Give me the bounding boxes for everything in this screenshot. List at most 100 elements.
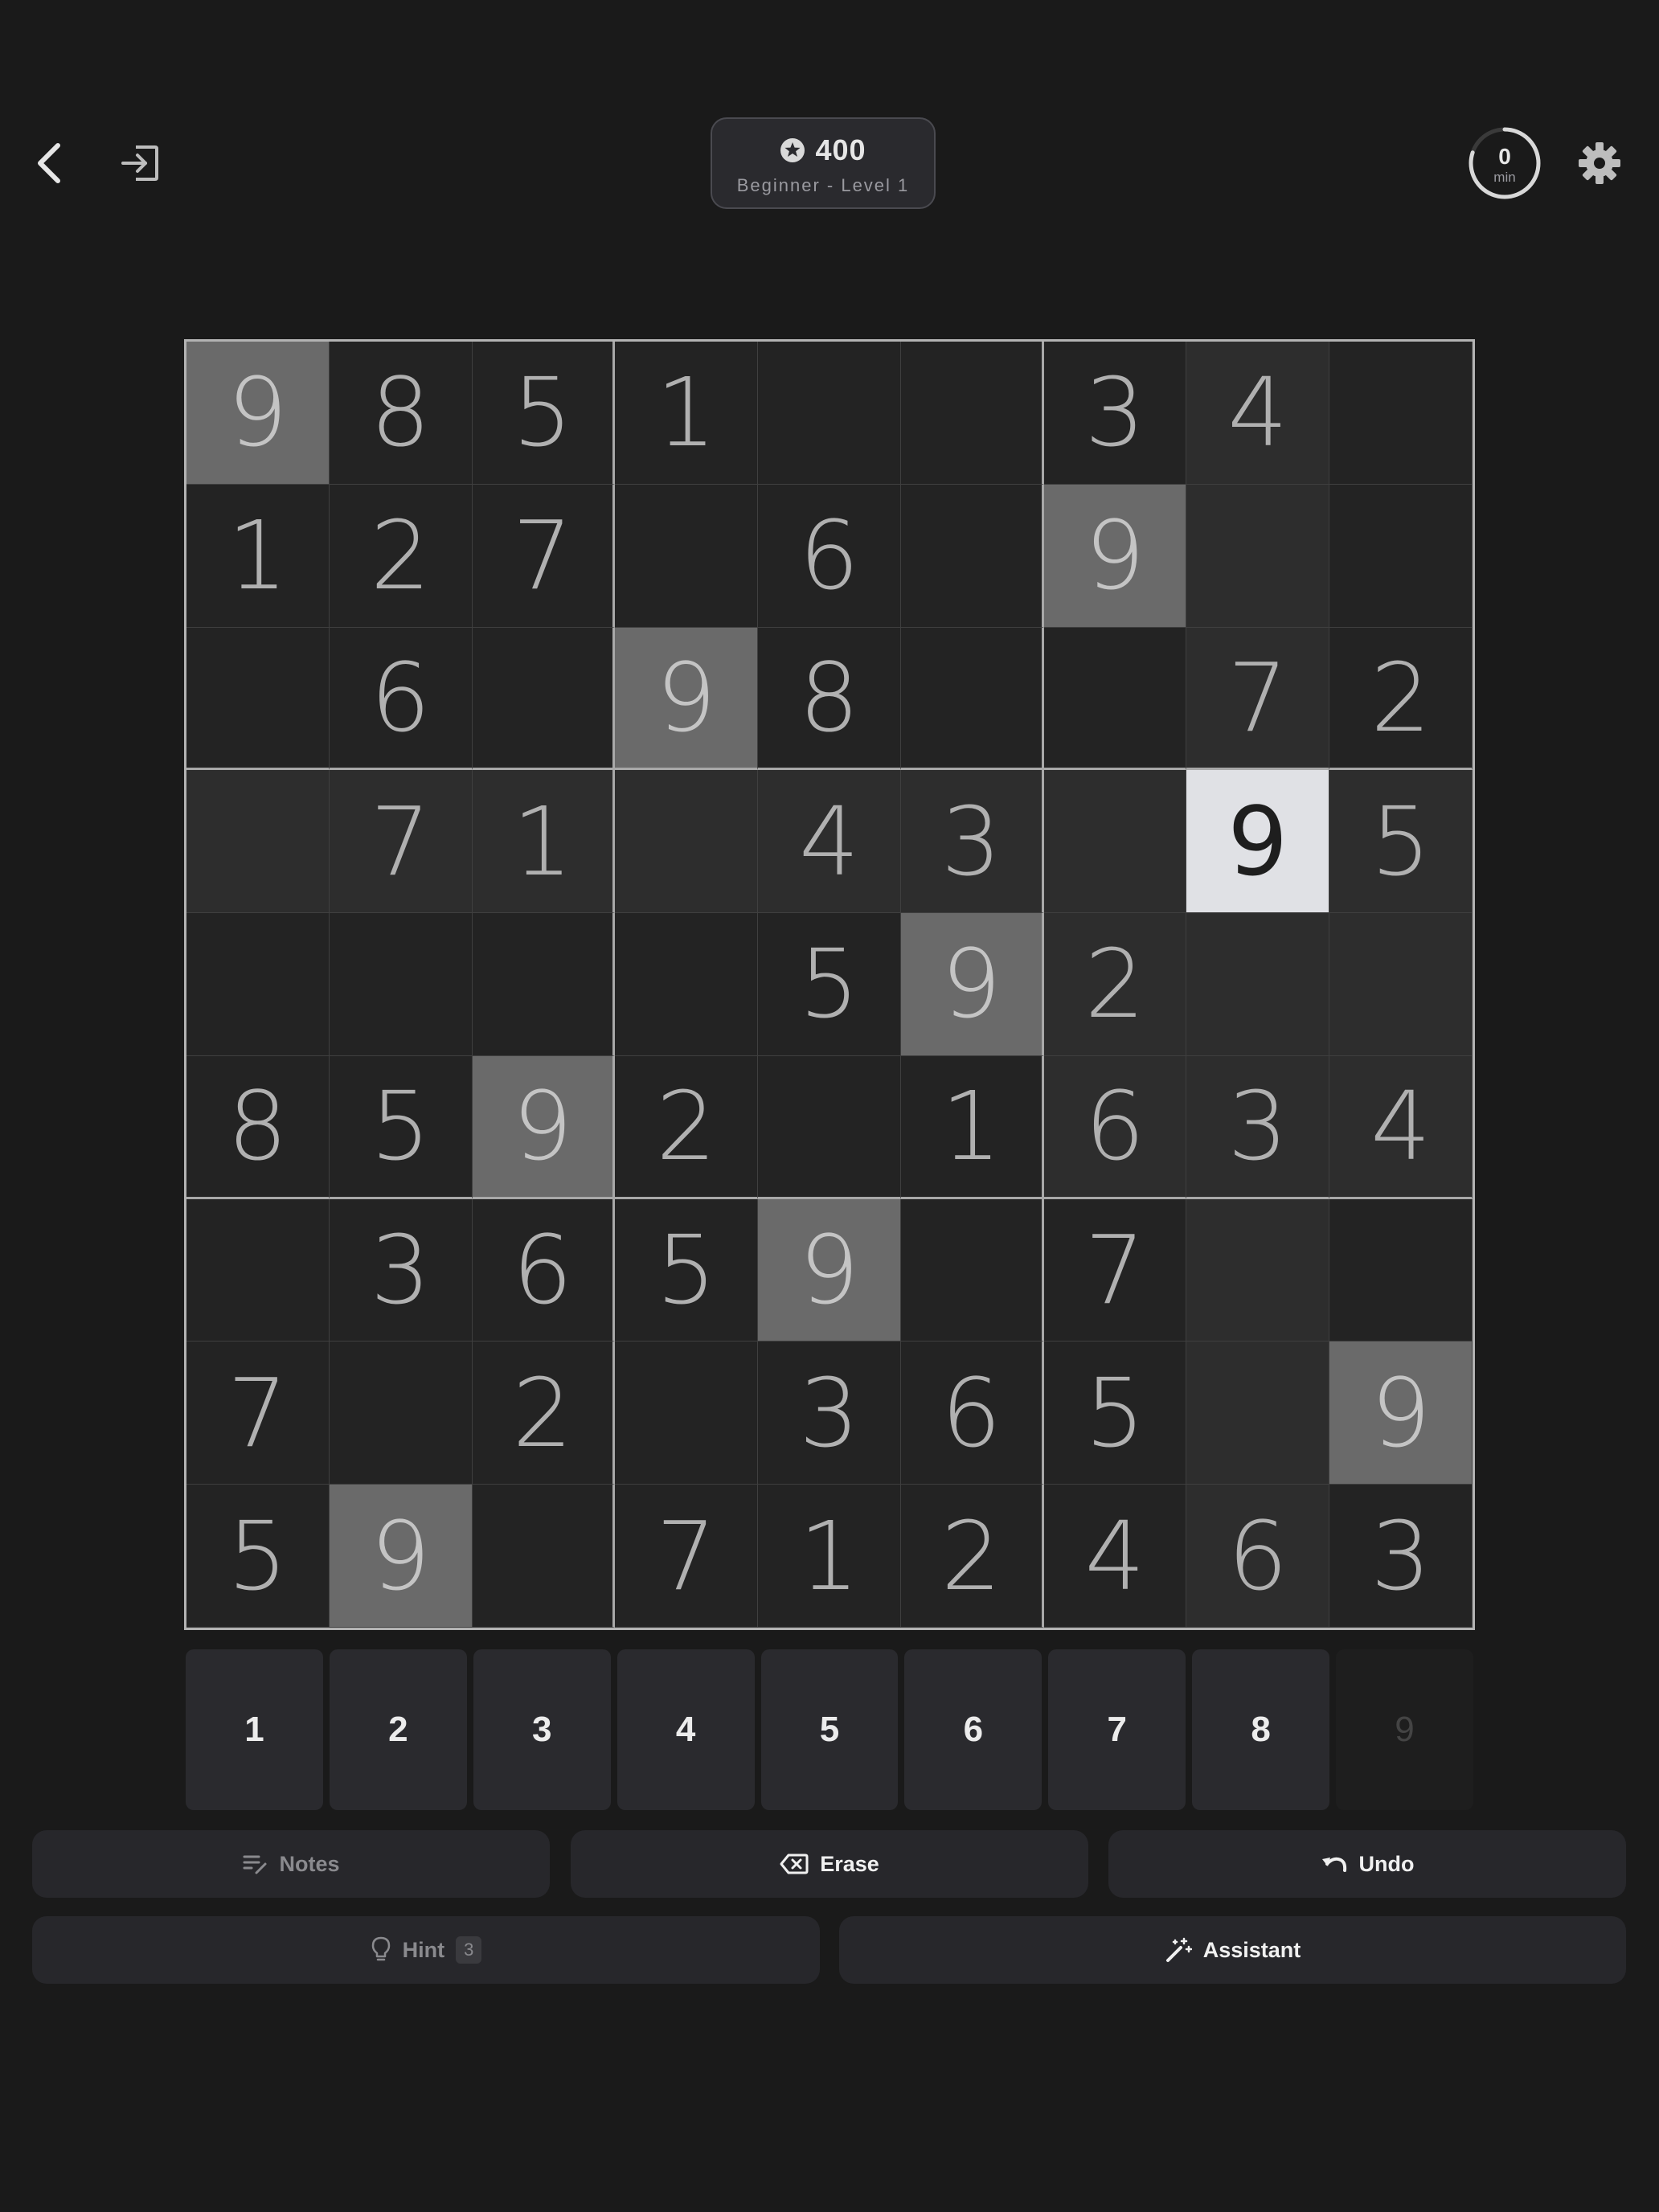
board-cell[interactable]	[615, 484, 759, 628]
board-cell[interactable]	[186, 627, 330, 771]
board-cell[interactable]	[1329, 484, 1473, 628]
board-cell[interactable]	[1186, 1342, 1330, 1485]
board-cell[interactable]	[472, 913, 616, 1056]
board-cell[interactable]	[1186, 484, 1330, 628]
board-cell[interactable]	[615, 913, 759, 1056]
number-button-3[interactable]: 3	[473, 1649, 611, 1810]
board-cell[interactable]	[186, 1198, 330, 1342]
board-cell[interactable]: 9	[758, 1198, 901, 1342]
board-cell[interactable]: 7	[615, 1485, 759, 1628]
notes-button[interactable]: Notes	[32, 1830, 550, 1898]
board-cell[interactable]: 5	[1329, 770, 1473, 914]
board-cell[interactable]: 9	[329, 1485, 473, 1628]
board-cell[interactable]: 1	[186, 484, 330, 628]
board-cell[interactable]: 6	[1043, 1055, 1187, 1199]
hint-button[interactable]: Hint 3	[32, 1916, 820, 1984]
board-cell[interactable]: 5	[329, 1055, 473, 1199]
undo-label: Undo	[1358, 1851, 1415, 1876]
board-cell[interactable]	[472, 627, 616, 771]
board-cell[interactable]: 9	[186, 342, 330, 485]
number-button-2[interactable]: 2	[329, 1649, 467, 1810]
board-cell[interactable]: 8	[329, 342, 473, 485]
number-button-9[interactable]: 9	[1336, 1649, 1473, 1810]
board-cell[interactable]: 5	[186, 1485, 330, 1628]
number-button-4[interactable]: 4	[616, 1649, 755, 1810]
board-cell[interactable]: 2	[472, 1342, 616, 1485]
board-cell[interactable]: 1	[900, 1055, 1044, 1199]
board-cell[interactable]: 2	[615, 1055, 759, 1199]
board-cell[interactable]: 6	[900, 1342, 1044, 1485]
board-cell[interactable]: 8	[186, 1055, 330, 1199]
board-cell[interactable]	[1043, 770, 1187, 914]
board-cell[interactable]	[900, 627, 1044, 771]
backspace-icon	[780, 1854, 809, 1874]
exit-button[interactable]	[113, 133, 169, 194]
board-cell[interactable]: 5	[615, 1198, 759, 1342]
board-cell[interactable]	[615, 1342, 759, 1485]
board-cell[interactable]: 9	[1186, 770, 1330, 914]
board-cell[interactable]: 9	[900, 913, 1044, 1056]
board-cell[interactable]	[1043, 627, 1187, 771]
board-cell[interactable]: 6	[1186, 1485, 1330, 1628]
board-cell[interactable]: 5	[1043, 1342, 1187, 1485]
assistant-button[interactable]: Assistant	[839, 1916, 1626, 1984]
number-button-7[interactable]: 7	[1048, 1649, 1186, 1810]
number-button-1[interactable]: 1	[186, 1649, 323, 1810]
board-cell[interactable]: 6	[758, 484, 901, 628]
number-button-5[interactable]: 5	[760, 1649, 899, 1810]
board-cell[interactable]: 6	[472, 1198, 616, 1342]
board-cell[interactable]	[1186, 1198, 1330, 1342]
board-cell[interactable]: 3	[1186, 1055, 1330, 1199]
board-cell[interactable]: 1	[615, 342, 759, 485]
back-button[interactable]	[24, 133, 72, 194]
board-cell[interactable]: 3	[900, 770, 1044, 914]
number-button-8[interactable]: 8	[1192, 1649, 1330, 1810]
board-cell[interactable]: 3	[758, 1342, 901, 1485]
board-cell[interactable]: 2	[329, 484, 473, 628]
board-cell[interactable]	[329, 1342, 473, 1485]
board-cell[interactable]: 2	[1329, 627, 1473, 771]
board-cell[interactable]	[1329, 1198, 1473, 1342]
erase-button[interactable]: Erase	[571, 1830, 1088, 1898]
board-cell[interactable]: 2	[1043, 913, 1187, 1056]
board-cell[interactable]	[1186, 913, 1330, 1056]
board-cell[interactable]	[186, 913, 330, 1056]
board-cell[interactable]: 9	[615, 627, 759, 771]
board-cell[interactable]: 5	[472, 342, 616, 485]
board-cell[interactable]: 9	[1043, 484, 1187, 628]
board-cell[interactable]	[615, 770, 759, 914]
board-cell[interactable]: 4	[758, 770, 901, 914]
board-cell[interactable]: 7	[186, 1342, 330, 1485]
board-cell[interactable]: 3	[329, 1198, 473, 1342]
board-cell[interactable]	[186, 770, 330, 914]
board-cell[interactable]: 9	[472, 1055, 616, 1199]
settings-button[interactable]	[1571, 135, 1628, 191]
board-cell[interactable]: 6	[329, 627, 473, 771]
board-cell[interactable]	[758, 1055, 901, 1199]
board-cell[interactable]	[900, 342, 1044, 485]
board-cell[interactable]	[329, 913, 473, 1056]
board-cell[interactable]: 7	[472, 484, 616, 628]
board-cell[interactable]: 7	[1043, 1198, 1187, 1342]
number-button-6[interactable]: 6	[904, 1649, 1043, 1810]
board-cell[interactable]: 7	[329, 770, 473, 914]
board-cell[interactable]: 8	[758, 627, 901, 771]
board-cell[interactable]: 4	[1329, 1055, 1473, 1199]
board-cell[interactable]: 3	[1329, 1485, 1473, 1628]
board-cell[interactable]: 1	[758, 1485, 901, 1628]
board-cell[interactable]: 1	[472, 770, 616, 914]
board-cell[interactable]: 2	[900, 1485, 1044, 1628]
board-cell[interactable]: 4	[1043, 1485, 1187, 1628]
board-cell[interactable]: 3	[1043, 342, 1187, 485]
board-cell[interactable]	[472, 1485, 616, 1628]
board-cell[interactable]	[900, 1198, 1044, 1342]
board-cell[interactable]	[758, 342, 901, 485]
board-cell[interactable]	[1329, 913, 1473, 1056]
board-cell[interactable]	[1329, 342, 1473, 485]
board-cell[interactable]: 9	[1329, 1342, 1473, 1485]
board-cell[interactable]	[900, 484, 1044, 628]
board-cell[interactable]: 4	[1186, 342, 1330, 485]
board-cell[interactable]: 5	[758, 913, 901, 1056]
undo-button[interactable]: Undo	[1108, 1830, 1626, 1898]
board-cell[interactable]: 7	[1186, 627, 1330, 771]
